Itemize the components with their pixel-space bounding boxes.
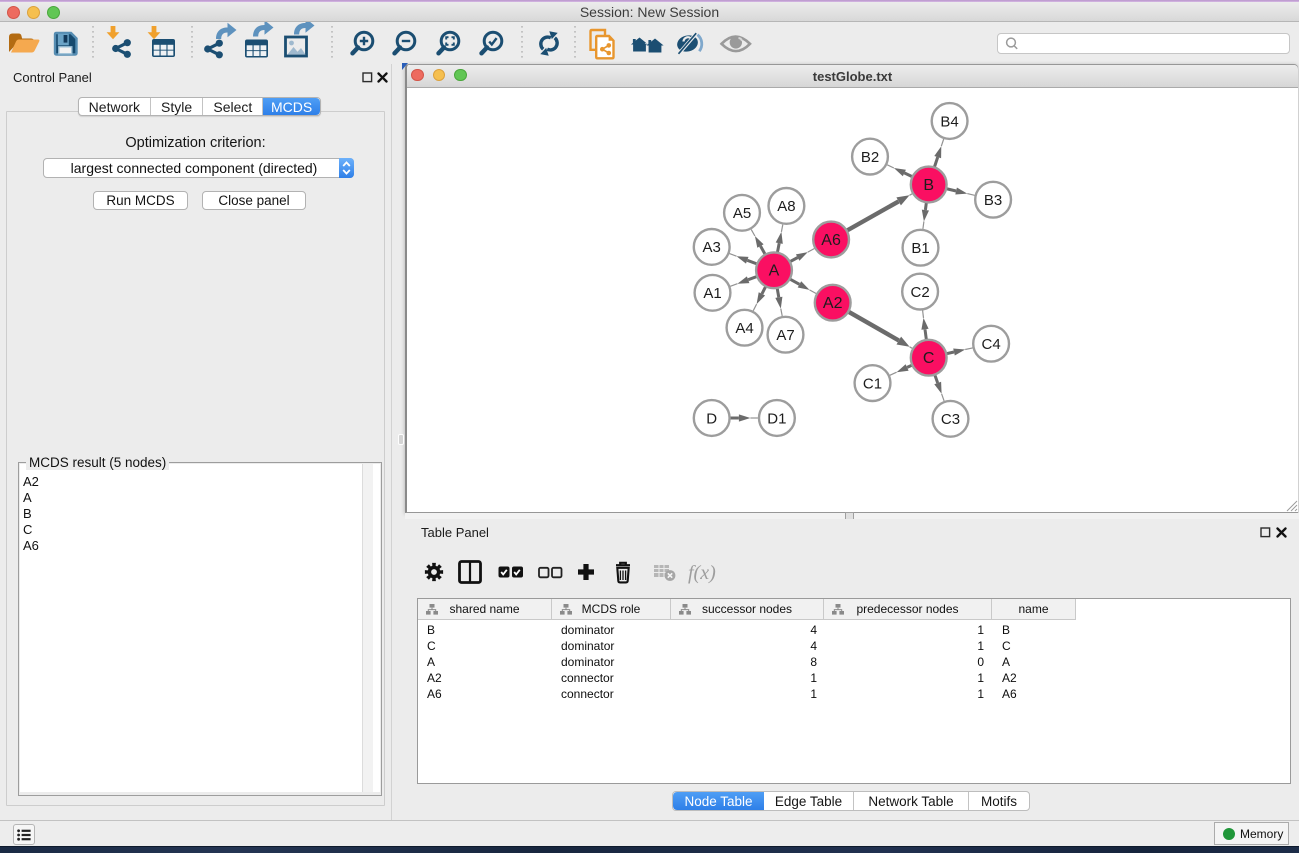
svg-text:A5: A5: [733, 205, 751, 222]
svg-text:A: A: [769, 263, 780, 280]
svg-text:C1: C1: [863, 375, 882, 392]
svg-text:B1: B1: [911, 240, 929, 257]
svg-text:C3: C3: [941, 411, 960, 428]
svg-text:C: C: [923, 350, 935, 367]
svg-text:C4: C4: [982, 336, 1001, 353]
svg-text:A2: A2: [823, 295, 843, 312]
svg-text:D: D: [706, 410, 717, 427]
svg-text:A8: A8: [777, 198, 795, 215]
svg-text:B2: B2: [861, 149, 879, 166]
svg-text:C2: C2: [911, 284, 930, 301]
svg-text:A4: A4: [735, 320, 753, 337]
svg-text:B3: B3: [984, 192, 1002, 209]
svg-text:A7: A7: [776, 327, 794, 344]
svg-text:B4: B4: [940, 113, 958, 130]
svg-text:A1: A1: [703, 285, 721, 302]
svg-text:A6: A6: [821, 232, 841, 249]
svg-text:B: B: [923, 177, 934, 194]
svg-text:D1: D1: [767, 410, 786, 427]
svg-text:f(x): f(x): [688, 562, 716, 584]
svg-text:A3: A3: [703, 239, 721, 256]
